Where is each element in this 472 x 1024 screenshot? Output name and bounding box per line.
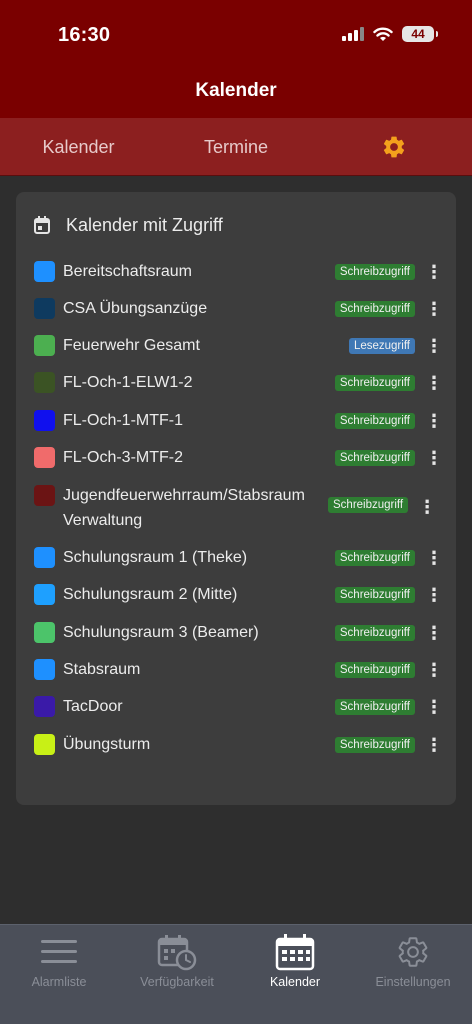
calendar-name: Stabsraum (63, 661, 141, 678)
calendar-name: FL-Och-3-MTF-2 (63, 449, 183, 466)
nav-verfuegbarkeit[interactable]: Verfügbarkeit (118, 925, 236, 997)
more-options-icon[interactable]: ⋮ (424, 337, 444, 355)
calendar-name: Jugendfeuerwehrraum/Stabsraum Verwaltung (63, 487, 305, 529)
calendar-row[interactable]: Bereitschaftsraum Schreibzugriff ⋮ (34, 259, 444, 284)
calendar-color-swatch (34, 584, 55, 605)
menu-icon (41, 940, 77, 963)
calendar-name: FL-Och-1-MTF-1 (63, 412, 183, 429)
calendar-name: Feuerwehr Gesamt (63, 337, 200, 354)
calendar-row[interactable]: Schulungsraum 1 (Theke) Schreibzugriff ⋮ (34, 545, 444, 570)
access-badge: Schreibzugriff (334, 661, 415, 678)
more-options-icon[interactable]: ⋮ (424, 698, 444, 716)
tab-kalender[interactable]: Kalender (0, 118, 157, 176)
access-badge: Schreibzugriff (334, 300, 415, 317)
card-header: Kalender mit Zugriff (34, 212, 223, 238)
nav-label: Einstellungen (375, 975, 451, 989)
calendar-row[interactable]: Schulungsraum 2 (Mitte) Schreibzugriff ⋮ (34, 582, 444, 607)
calendar-name: Schulungsraum 2 (Mitte) (63, 586, 238, 603)
access-badge: Schreibzugriff (334, 263, 415, 280)
card-title: Kalender mit Zugriff (66, 214, 223, 235)
calendar-row[interactable]: FL-Och-1-ELW1-2 Schreibzugriff ⋮ (34, 370, 444, 395)
calendar-name: Schulungsraum 1 (Theke) (63, 549, 248, 566)
tab-settings[interactable] (315, 118, 472, 176)
more-options-icon[interactable]: ⋮ (417, 498, 437, 516)
bottom-navigation: Alarmliste Verfügbarkeit Kalender Einste… (0, 924, 472, 1024)
calendar-row[interactable]: Feuerwehr Gesamt Lesezugriff ⋮ (34, 333, 444, 358)
calendar-name: Übungsturm (63, 736, 151, 753)
calendar-name: Bereitschaftsraum (63, 263, 192, 280)
calendar-row[interactable]: TacDoor Schreibzugriff ⋮ (34, 694, 444, 719)
calendar-color-swatch (34, 447, 55, 468)
calendar-color-swatch (34, 485, 55, 506)
calendar-color-swatch (34, 547, 55, 568)
calendar-color-swatch (34, 372, 55, 393)
gear-icon (383, 136, 404, 158)
calendar-row[interactable]: FL-Och-1-MTF-1 Schreibzugriff ⋮ (34, 408, 444, 433)
signal-icon (342, 27, 364, 41)
calendar-icon (34, 216, 50, 234)
calendar-name: Schulungsraum 3 (Beamer) (63, 624, 259, 641)
more-options-icon[interactable]: ⋮ (424, 736, 444, 754)
access-badge: Schreibzugriff (334, 736, 415, 753)
tab-termine[interactable]: Termine (157, 118, 315, 176)
more-options-icon[interactable]: ⋮ (424, 624, 444, 642)
access-badge: Schreibzugriff (334, 624, 415, 641)
access-badge: Schreibzugriff (334, 698, 415, 715)
more-options-icon[interactable]: ⋮ (424, 374, 444, 392)
calendar-name: FL-Och-1-ELW1-2 (63, 374, 193, 391)
access-badge: Schreibzugriff (334, 449, 415, 466)
calendar-color-swatch (34, 335, 55, 356)
more-options-icon[interactable]: ⋮ (424, 449, 444, 467)
calendar-name: CSA Übungsanzüge (63, 300, 208, 317)
calendar-color-swatch (34, 622, 55, 643)
top-tabs: Kalender Termine (0, 118, 472, 176)
calendar-row[interactable]: Stabsraum Schreibzugriff ⋮ (34, 657, 444, 682)
calendar-name: TacDoor (63, 698, 123, 715)
access-badge: Schreibzugriff (328, 497, 409, 513)
gear-icon (398, 937, 428, 967)
more-options-icon[interactable]: ⋮ (424, 661, 444, 679)
status-icons: 44 (342, 26, 438, 42)
calendar-row[interactable]: Jugendfeuerwehrraum/Stabsraum Verwaltung… (34, 483, 444, 533)
app-header: 16:30 44 Kalender (0, 0, 472, 118)
more-options-icon[interactable]: ⋮ (424, 263, 444, 281)
nav-alarmliste[interactable]: Alarmliste (0, 925, 118, 997)
calendar-access-card: Kalender mit Zugriff Bereitschaftsraum S… (16, 192, 456, 805)
calendar-icon (275, 934, 315, 971)
access-badge: Lesezugriff (348, 337, 415, 354)
calendar-color-swatch (34, 696, 55, 717)
access-badge: Schreibzugriff (334, 586, 415, 603)
calendar-color-swatch (34, 659, 55, 680)
nav-label: Kalender (269, 975, 321, 989)
nav-label: Verfügbarkeit (140, 975, 214, 989)
more-options-icon[interactable]: ⋮ (424, 300, 444, 318)
nav-label: Alarmliste (31, 975, 87, 989)
page-title: Kalender (195, 80, 277, 101)
battery-indicator: 44 (402, 26, 438, 42)
nav-einstellungen[interactable]: Einstellungen (354, 925, 472, 997)
status-time: 16:30 (58, 24, 111, 46)
calendar-color-swatch (34, 410, 55, 431)
calendar-color-swatch (34, 734, 55, 755)
more-options-icon[interactable]: ⋮ (424, 549, 444, 567)
calendar-row[interactable]: CSA Übungsanzüge Schreibzugriff ⋮ (34, 296, 444, 321)
calendar-row[interactable]: FL-Och-3-MTF-2 Schreibzugriff ⋮ (34, 445, 444, 470)
more-options-icon[interactable]: ⋮ (424, 412, 444, 430)
calendar-clock-icon (157, 935, 197, 971)
calendar-row[interactable]: Übungsturm Schreibzugriff ⋮ (34, 732, 444, 757)
nav-kalender[interactable]: Kalender (236, 925, 354, 997)
access-badge: Schreibzugriff (334, 549, 415, 566)
more-options-icon[interactable]: ⋮ (424, 586, 444, 604)
calendar-color-swatch (34, 261, 55, 282)
access-badge: Schreibzugriff (334, 374, 415, 391)
calendar-row[interactable]: Schulungsraum 3 (Beamer) Schreibzugriff … (34, 620, 444, 645)
calendar-color-swatch (34, 298, 55, 319)
access-badge: Schreibzugriff (334, 412, 415, 429)
wifi-icon (373, 27, 393, 41)
